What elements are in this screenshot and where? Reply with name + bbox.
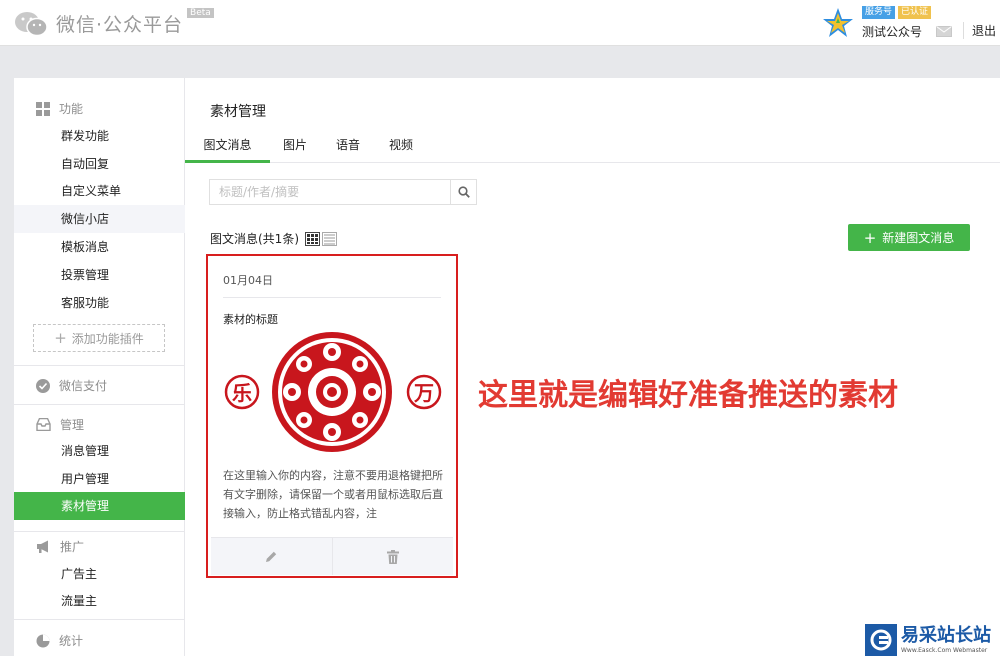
card-cover-image: 乐 万 <box>224 332 442 452</box>
grid-view-icon[interactable] <box>305 231 320 246</box>
tab-images[interactable]: 图片 <box>277 130 313 163</box>
new-news-label: 新建图文消息 <box>882 231 955 245</box>
top-bar: 微信·公众平台 Beta 服务号 已认证 测试公众号 退出 <box>0 0 1000 46</box>
add-plugin-button[interactable]: + 添加功能插件 <box>33 324 165 352</box>
divider <box>14 619 185 620</box>
sidebar-section-functions: 功能 <box>36 100 83 117</box>
sidebar-item-customer-service[interactable]: 客服功能 <box>14 289 185 317</box>
section-label: 微信支付 <box>59 379 108 393</box>
pencil-icon <box>266 551 277 562</box>
section-label: 推广 <box>60 540 85 554</box>
new-news-button[interactable]: + 新建图文消息 <box>848 224 970 251</box>
divider <box>223 297 441 298</box>
service-account-badge: 服务号 <box>862 6 896 19</box>
sidebar-item-custom-menu[interactable]: 自定义菜单 <box>14 177 185 205</box>
card-actions <box>211 537 453 575</box>
divider <box>14 531 185 532</box>
edit-button[interactable] <box>211 538 332 575</box>
list-header: 图文消息(共1条) <box>210 230 337 247</box>
tab-news[interactable]: 图文消息 <box>185 130 270 163</box>
card-date: 01月04日 <box>223 274 273 287</box>
divider <box>14 365 185 366</box>
plus-icon: + <box>54 329 67 347</box>
watermark-subtitle: Www.Easck.Com Webmaster <box>901 647 988 654</box>
annotation-text: 这里就是编辑好准备推送的素材 <box>478 378 898 413</box>
sidebar-section-wechat-pay[interactable]: 微信支付 <box>36 377 107 394</box>
watermark-logo-icon <box>865 624 897 656</box>
sidebar-item-traffic-owner[interactable]: 流量主 <box>14 587 185 615</box>
wechat-logo-icon <box>15 11 48 36</box>
sidebar-item-vote-management[interactable]: 投票管理 <box>14 261 185 289</box>
sidebar-item-message-management[interactable]: 消息管理 <box>14 437 185 465</box>
plus-icon: + <box>863 228 877 247</box>
list-title: 图文消息(共1条) <box>210 232 299 246</box>
sidebar-section-promotion: 推广 <box>36 538 84 555</box>
card-description: 在这里输入你的内容，注意不要用退格键把所有文字删除，请保留一个或者用鼠标选取后直… <box>223 469 443 520</box>
beta-badge: Beta <box>187 8 214 18</box>
material-card[interactable]: 01月04日 素材的标题 乐 万 在这里输入你的内容，注意不要用退格键把所有文字… <box>206 254 458 578</box>
main-content: 素材管理 图文消息 图片 语音 视频 图文消息(共1条) <box>185 78 1000 656</box>
mail-icon[interactable] <box>936 26 952 37</box>
search-input[interactable] <box>210 180 450 204</box>
logout-link[interactable]: 退出 <box>963 22 996 39</box>
watermark: 易采站长站 Www.Easck.Com Webmaster <box>865 624 1000 656</box>
sidebar-item-user-management[interactable]: 用户管理 <box>14 465 185 493</box>
check-circle-icon <box>36 378 50 393</box>
account-avatar-icon <box>823 8 853 37</box>
trash-icon <box>386 549 399 564</box>
card-title: 素材的标题 <box>223 313 278 326</box>
seal-right-char: 万 <box>413 381 434 405</box>
section-label: 统计 <box>59 634 84 648</box>
tab-video[interactable]: 视频 <box>383 130 419 163</box>
section-label: 功能 <box>59 102 84 116</box>
tab-voice[interactable]: 语音 <box>330 130 366 163</box>
verified-badge: 已认证 <box>898 6 932 19</box>
sidebar-item-mass-send[interactable]: 群发功能 <box>14 122 185 150</box>
sidebar-item-advertiser[interactable]: 广告主 <box>14 560 185 588</box>
pie-chart-icon <box>36 634 50 647</box>
account-info[interactable]: 服务号 已认证 测试公众号 <box>822 6 932 40</box>
delete-button[interactable] <box>331 538 454 575</box>
app-title: 微信·公众平台 <box>56 14 184 36</box>
sidebar-item-wechat-store[interactable]: 微信小店 <box>14 205 185 233</box>
search-icon <box>457 186 470 198</box>
list-view-icon[interactable] <box>322 231 337 246</box>
page-title: 素材管理 <box>210 104 266 120</box>
sidebar-item-material-management[interactable]: 素材管理 <box>14 492 185 520</box>
sidebar-section-management: 管理 <box>36 416 84 433</box>
section-label: 管理 <box>60 418 85 432</box>
sidebar-item-template-message[interactable]: 模板消息 <box>14 233 185 261</box>
main-container: 功能 群发功能 自动回复 自定义菜单 微信小店 模板消息 投票管理 客服功能 +… <box>14 78 1000 656</box>
megaphone-icon <box>37 540 48 553</box>
grid-icon <box>36 101 50 116</box>
sidebar: 功能 群发功能 自动回复 自定义菜单 微信小店 模板消息 投票管理 客服功能 +… <box>14 78 185 656</box>
add-plugin-label: 添加功能插件 <box>71 331 144 346</box>
sidebar-item-auto-reply[interactable]: 自动回复 <box>14 150 185 178</box>
search-button[interactable] <box>450 180 476 204</box>
inbox-icon <box>36 418 51 431</box>
seal-left-char: 乐 <box>232 381 252 405</box>
sidebar-section-statistics: 统计 <box>36 632 83 649</box>
divider <box>14 404 185 405</box>
search-box <box>209 179 477 205</box>
account-name: 测试公众号 <box>862 25 923 39</box>
tab-bar: 图文消息 图片 语音 视频 <box>185 130 1000 163</box>
watermark-title: 易采站长站 <box>901 625 991 646</box>
wechat-logo[interactable]: 微信·公众平台 Beta <box>14 8 214 37</box>
